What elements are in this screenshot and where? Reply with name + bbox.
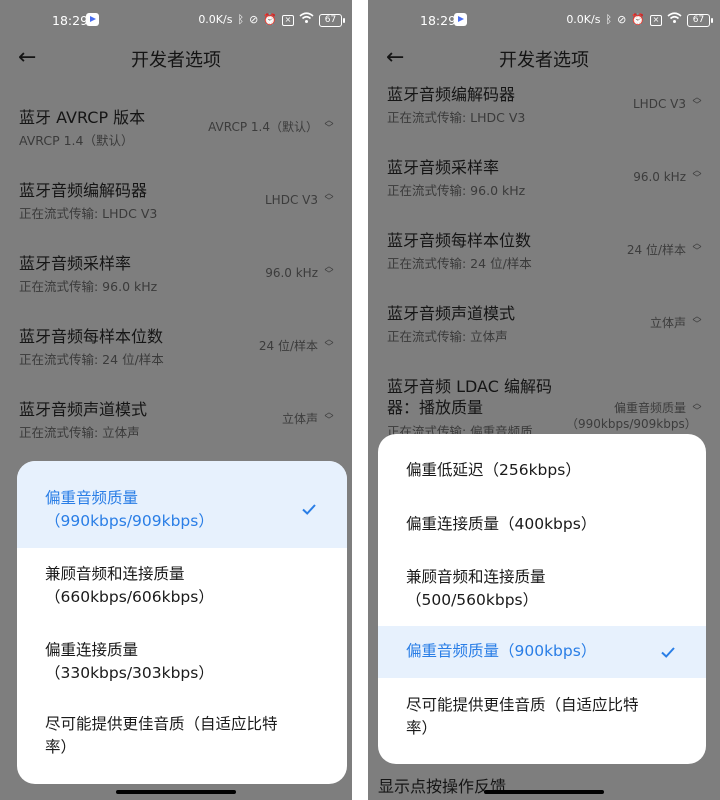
bluetooth-icon: ᛒ: [237, 13, 245, 26]
updown-chevron-icon: ︿ ﹀: [324, 116, 334, 134]
no-sim-icon: ×: [282, 14, 294, 26]
net-speed: 0.0K/s: [566, 13, 601, 26]
left-screen: 18:29 0.0K/s ᛒ ⊘ ⏰ × 67 ← 开发者选项 蓝牙 AVRCP…: [0, 0, 352, 800]
setting-value: 24 位/样本: [258, 339, 318, 353]
updown-chevron-icon: ︿ ﹀: [324, 262, 334, 280]
option-label: 偏重音频质量（900kbps）: [406, 642, 597, 660]
option-audio-quality-900[interactable]: 偏重音频质量（900kbps）: [378, 626, 706, 678]
option-balanced-660[interactable]: 兼顾音频和连接质量（660kbps/606kbps）: [17, 548, 347, 624]
home-indicator: [484, 790, 604, 794]
updown-chevron-icon: ︿ ﹀: [692, 239, 702, 257]
option-label: 尽可能提供更佳音质（自适应比特率）: [406, 696, 639, 737]
status-bar: 18:29 0.0K/s ᛒ ⊘ ⏰ × 67: [0, 0, 352, 42]
setting-audio-codec[interactable]: 蓝牙音频编解码器 正在流式传输: LHDC V3 LHDC V3 ︿ ﹀: [368, 84, 720, 157]
setting-summary: AVRCP 1.4（默认）: [19, 133, 134, 148]
options-sheet: 偏重音频质量（990kbps/909kbps） 兼顾音频和连接质量（660kbp…: [17, 461, 347, 784]
alarm-off-icon: ⏰: [631, 13, 645, 26]
setting-name: 蓝牙音频声道模式: [19, 400, 148, 419]
app-notification-icon: [86, 13, 99, 26]
updown-chevron-icon: ︿ ﹀: [324, 189, 334, 207]
setting-summary: 正在流式传输: 96.0 kHz: [387, 183, 526, 198]
option-label: 偏重连接质量（330kbps/303kbps）: [45, 641, 214, 682]
setting-summary: 正在流式传输: 24 位/样本: [19, 352, 164, 367]
option-adaptive-bitrate[interactable]: 尽可能提供更佳音质（自适应比特率）: [378, 678, 706, 764]
net-speed: 0.0K/s: [198, 13, 233, 26]
home-indicator: [116, 790, 236, 794]
bluetooth-icon: ᛒ: [605, 13, 613, 26]
alarm-off-icon: ⏰: [263, 13, 277, 26]
updown-chevron-icon: ︿ ﹀: [324, 335, 334, 353]
right-screen: 18:29 0.0K/s ᛒ ⊘ ⏰ × 67 ← 开发者选项 蓝牙音频编解码器…: [368, 0, 720, 800]
app-notification-icon: [454, 13, 467, 26]
updown-chevron-icon: ︿ ﹀: [692, 166, 702, 184]
setting-avrcp-version[interactable]: 蓝牙 AVRCP 版本 AVRCP 1.4（默认） AVRCP 1.4（默认） …: [0, 107, 352, 180]
setting-summary: 正在流式传输: 立体声: [387, 329, 508, 344]
option-connection-330[interactable]: 偏重连接质量（330kbps/303kbps）: [17, 624, 347, 700]
setting-name: 蓝牙音频 LDAC 编解码器：播放质量: [387, 377, 552, 417]
setting-value: 立体声: [281, 412, 318, 426]
battery-icon: 67: [319, 13, 345, 27]
setting-value: 立体声: [649, 316, 686, 330]
setting-value: 96.0 kHz: [633, 170, 686, 184]
setting-summary: 正在流式传输: 立体声: [19, 425, 140, 440]
setting-channel-mode[interactable]: 蓝牙音频声道模式 正在流式传输: 立体声 立体声 ︿ ﹀: [368, 303, 720, 376]
setting-value: 偏重音频质量（990kbps/909kbps）: [566, 401, 697, 431]
option-label: 偏重音频质量（990kbps/909kbps）: [45, 489, 214, 530]
setting-value: 24 位/样本: [626, 243, 686, 257]
option-label: 偏重低延迟（256kbps）: [406, 461, 581, 479]
page-title: 开发者选项: [131, 50, 221, 71]
setting-ldac-quality[interactable]: 蓝牙音频 LDAC 编解码器：播放质量 正在流式传输: 偏重音频质 偏重音频质量…: [368, 376, 720, 439]
app-bar: ← 开发者选项: [0, 42, 352, 76]
setting-summary: 正在流式传输: 96.0 kHz: [19, 279, 158, 294]
updown-chevron-icon: ︿ ﹀: [692, 93, 702, 111]
status-time: 18:29: [52, 13, 89, 28]
app-bar: ← 开发者选项: [368, 42, 720, 76]
option-label: 尽可能提供更佳音质（自适应比特率）: [45, 715, 278, 756]
setting-value: 96.0 kHz: [265, 266, 318, 280]
setting-value: AVRCP 1.4（默认）: [208, 120, 318, 134]
setting-value: LHDC V3: [633, 97, 686, 111]
setting-name: 蓝牙音频编解码器: [19, 181, 148, 200]
setting-value: LHDC V3: [265, 193, 318, 207]
checkmark-icon: [302, 504, 316, 515]
updown-chevron-icon: ︿ ﹀: [324, 408, 334, 426]
setting-name: 蓝牙 AVRCP 版本: [19, 108, 146, 127]
setting-sample-rate[interactable]: 蓝牙音频采样率 正在流式传输: 96.0 kHz 96.0 kHz ︿ ﹀: [368, 157, 720, 230]
setting-bits-per-sample[interactable]: 蓝牙音频每样本位数 正在流式传输: 24 位/样本 24 位/样本 ︿ ﹀: [368, 230, 720, 303]
setting-name: 蓝牙音频采样率: [387, 158, 500, 177]
vibrate-icon: ⊘: [249, 13, 259, 26]
setting-name: 蓝牙音频采样率: [19, 254, 132, 273]
setting-name: 蓝牙音频声道模式: [387, 304, 516, 323]
wifi-icon: [667, 12, 682, 28]
option-label: 兼顾音频和连接质量（660kbps/606kbps）: [45, 565, 214, 606]
setting-name: 蓝牙音频编解码器: [387, 85, 516, 104]
vibrate-icon: ⊘: [617, 13, 627, 26]
setting-name: 蓝牙音频每样本位数: [19, 327, 164, 346]
status-bar: 18:29 0.0K/s ᛒ ⊘ ⏰ × 67: [368, 0, 720, 42]
option-connection-400[interactable]: 偏重连接质量（400kbps）: [378, 496, 706, 548]
status-time: 18:29: [420, 13, 457, 28]
setting-name: 蓝牙音频每样本位数: [387, 231, 532, 250]
setting-summary: 正在流式传输: 24 位/样本: [387, 256, 532, 271]
page-title: 开发者选项: [499, 50, 589, 71]
option-audio-quality-990[interactable]: 偏重音频质量（990kbps/909kbps）: [17, 461, 347, 548]
option-label: 兼顾音频和连接质量（500/560kbps）: [406, 568, 546, 609]
updown-chevron-icon: ︿ ﹀: [692, 399, 702, 417]
setting-bits-per-sample[interactable]: 蓝牙音频每样本位数 正在流式传输: 24 位/样本 24 位/样本 ︿ ﹀: [0, 326, 352, 399]
wifi-icon: [299, 12, 314, 28]
option-low-latency-256[interactable]: 偏重低延迟（256kbps）: [378, 434, 706, 496]
checkmark-icon: [661, 647, 675, 658]
option-adaptive-bitrate[interactable]: 尽可能提供更佳音质（自适应比特率）: [17, 700, 347, 784]
setting-sample-rate[interactable]: 蓝牙音频采样率 正在流式传输: 96.0 kHz 96.0 kHz ︿ ﹀: [0, 253, 352, 326]
setting-summary: 正在流式传输: LHDC V3: [19, 206, 158, 221]
option-label: 偏重连接质量（400kbps）: [406, 515, 597, 533]
battery-icon: 67: [687, 13, 713, 27]
updown-chevron-icon: ︿ ﹀: [692, 312, 702, 330]
setting-audio-codec[interactable]: 蓝牙音频编解码器 正在流式传输: LHDC V3 LHDC V3 ︿ ﹀: [0, 180, 352, 253]
options-sheet: 偏重低延迟（256kbps） 偏重连接质量（400kbps） 兼顾音频和连接质量…: [378, 434, 706, 764]
setting-summary: 正在流式传输: LHDC V3: [387, 110, 526, 125]
option-balanced-500-560[interactable]: 兼顾音频和连接质量（500/560kbps）: [378, 548, 706, 626]
no-sim-icon: ×: [650, 14, 662, 26]
